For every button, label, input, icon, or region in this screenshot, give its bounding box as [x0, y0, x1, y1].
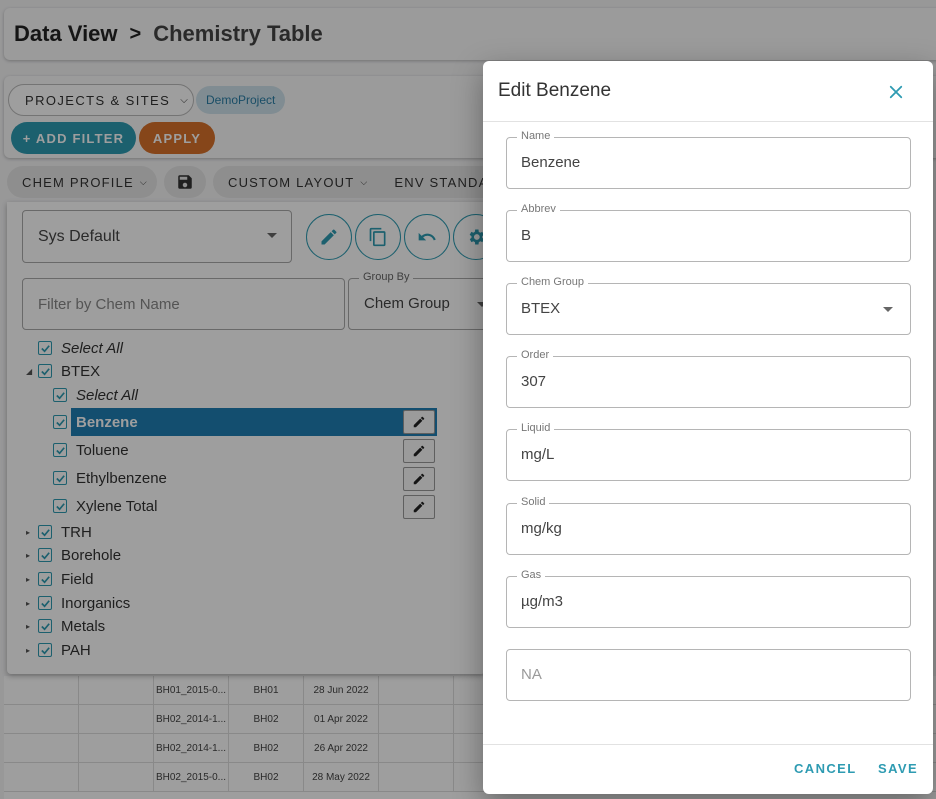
abbrev-field[interactable]: Abbrev B [506, 203, 911, 262]
gas-field-label: Gas [517, 569, 546, 581]
name-field-value: Benzene [521, 154, 581, 171]
name-field[interactable]: Name Benzene [506, 130, 911, 189]
dialog-title: Edit Benzene [498, 80, 612, 101]
na-field[interactable]: NA [506, 649, 911, 701]
liquid-unit-field[interactable]: Liquid mg/L [506, 422, 911, 481]
liquid-field-label: Liquid [517, 422, 555, 434]
liquid-field-value: mg/L [521, 446, 555, 463]
solid-unit-field[interactable]: Solid mg/kg [506, 496, 911, 555]
solid-field-label: Solid [517, 496, 550, 508]
divider [483, 744, 933, 745]
order-field-value: 307 [521, 373, 547, 390]
abbrev-field-label: Abbrev [517, 203, 560, 215]
edit-chem-dialog: Edit Benzene Name Benzene Abbrev B Chem … [483, 61, 933, 794]
order-field[interactable]: Order 307 [506, 349, 911, 408]
name-field-label: Name [517, 130, 555, 142]
caret-down-icon [883, 307, 893, 312]
close-icon [889, 85, 903, 99]
save-button[interactable]: SAVE [878, 761, 918, 776]
na-field-placeholder: NA [521, 666, 542, 683]
cancel-button[interactable]: CANCEL [794, 761, 857, 776]
order-field-label: Order [517, 349, 554, 361]
gas-unit-field[interactable]: Gas µg/m3 [506, 569, 911, 628]
chem-group-value: BTEX [521, 300, 561, 317]
chem-group-label: Chem Group [517, 276, 588, 288]
gas-field-value: µg/m3 [521, 593, 563, 610]
divider [483, 121, 933, 122]
close-button[interactable] [883, 79, 909, 105]
solid-field-value: mg/kg [521, 520, 562, 537]
abbrev-field-value: B [521, 227, 532, 244]
chem-group-select[interactable]: Chem Group BTEX [506, 276, 911, 335]
